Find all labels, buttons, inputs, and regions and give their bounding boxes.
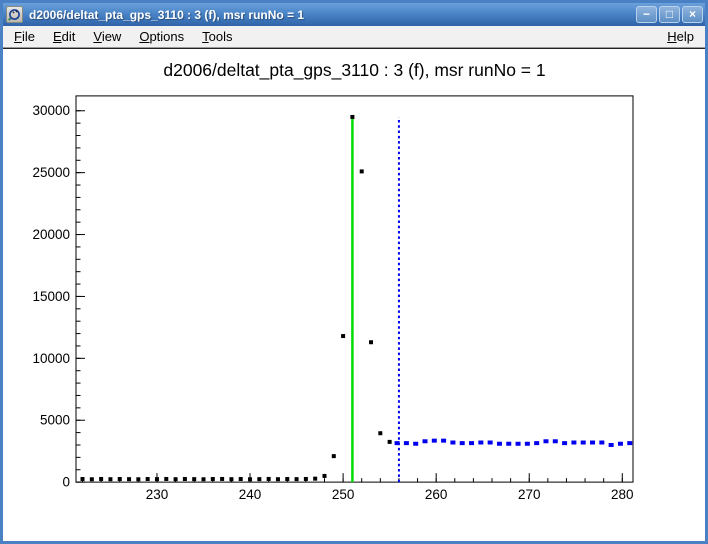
background-level-dashes-point <box>395 441 400 445</box>
svg-text:+: + <box>15 9 18 14</box>
histogram-data-point <box>211 477 215 481</box>
histogram-data-point <box>174 477 178 481</box>
menu-view[interactable]: View <box>84 27 130 46</box>
histogram-data-point <box>322 474 326 478</box>
root-canvas-window: + + d2006/deltat_pta_gps_3110 : 3 (f), m… <box>0 0 708 544</box>
background-level-dashes-point <box>469 441 474 445</box>
histogram-data-point <box>183 477 187 481</box>
background-level-dashes-point <box>543 439 548 443</box>
menu-file[interactable]: File <box>5 27 44 46</box>
background-level-dashes-point <box>497 442 502 446</box>
histogram-data-point <box>164 477 168 481</box>
plot-canvas[interactable]: d2006/deltat_pta_gps_3110 : 3 (f), msr r… <box>3 48 705 541</box>
background-level-dashes-point <box>450 441 455 445</box>
histogram-data-point <box>360 169 364 173</box>
background-level-dashes-point <box>599 441 604 445</box>
menu-help[interactable]: Help <box>658 27 703 46</box>
histogram-data-point <box>192 477 196 481</box>
histogram-data-point <box>239 477 243 481</box>
y-tick-label: 5000 <box>40 413 70 428</box>
plot-title: d2006/deltat_pta_gps_3110 : 3 (f), msr r… <box>163 60 545 81</box>
histogram-data-point <box>388 440 392 444</box>
background-level-dashes-point <box>413 442 418 446</box>
background-level-dashes-point <box>553 439 558 443</box>
x-tick-label: 240 <box>239 487 262 502</box>
background-level-dashes-point <box>506 442 511 446</box>
histogram-data-point <box>285 477 289 481</box>
histogram-data-point <box>248 477 252 481</box>
histogram-data-point <box>350 115 354 119</box>
histogram-data-point <box>257 477 261 481</box>
histogram-data-point <box>155 477 159 481</box>
background-level-dashes-point <box>525 442 530 446</box>
y-tick-label: 0 <box>62 475 70 490</box>
y-tick-label: 25000 <box>32 165 70 180</box>
y-tick-label: 10000 <box>32 351 70 366</box>
plot-frame <box>76 96 633 482</box>
maximize-icon[interactable]: □ <box>659 6 680 23</box>
background-level-dashes-point <box>516 442 521 446</box>
y-tick-label: 15000 <box>32 289 70 304</box>
histogram-data-point <box>146 477 150 481</box>
background-level-dashes-point <box>590 441 595 445</box>
background-level-dashes-point <box>618 442 623 446</box>
background-level-dashes-point <box>627 441 632 445</box>
background-level-dashes-point <box>422 439 427 443</box>
minimize-icon[interactable]: − <box>636 6 657 23</box>
histogram-data-point <box>295 477 299 481</box>
background-level-dashes-point <box>432 439 437 443</box>
histogram-data-point <box>108 477 112 481</box>
menu-edit[interactable]: Edit <box>44 27 84 46</box>
histogram-data-point <box>202 477 206 481</box>
x-tick-label: 280 <box>611 487 634 502</box>
close-icon[interactable]: × <box>682 6 703 23</box>
background-level-dashes-point <box>460 441 465 445</box>
root-logo-icon: + + <box>6 6 23 23</box>
histogram-data-point <box>304 477 308 481</box>
histogram-data-point <box>267 477 271 481</box>
histogram-data-point <box>136 477 140 481</box>
background-level-dashes-point <box>534 441 539 445</box>
x-tick-label: 230 <box>146 487 169 502</box>
histogram-data-point <box>220 477 224 481</box>
histogram-data-point <box>127 477 131 481</box>
histogram-data-point <box>313 477 317 481</box>
background-level-dashes-point <box>609 443 614 447</box>
background-level-dashes-point <box>404 441 409 445</box>
x-tick-label: 260 <box>425 487 448 502</box>
histogram-data-point <box>378 431 382 435</box>
x-tick-label: 270 <box>518 487 541 502</box>
histogram-data-point <box>81 477 85 481</box>
histogram-data-point <box>341 334 345 338</box>
x-tick-label: 250 <box>332 487 355 502</box>
titlebar[interactable]: + + d2006/deltat_pta_gps_3110 : 3 (f), m… <box>3 3 705 26</box>
menu-options[interactable]: Options <box>130 27 193 46</box>
histogram-data-point <box>332 454 336 458</box>
background-level-dashes-point <box>562 441 567 445</box>
histogram-data-point <box>99 477 103 481</box>
window-title: d2006/deltat_pta_gps_3110 : 3 (f), msr r… <box>29 8 634 22</box>
histogram-data-point <box>276 477 280 481</box>
background-level-dashes-point <box>488 441 493 445</box>
histogram-data-point <box>118 477 122 481</box>
background-level-dashes-point <box>478 441 483 445</box>
histogram-data-point <box>229 477 233 481</box>
background-level-dashes-point <box>571 441 576 445</box>
background-level-dashes-point <box>581 441 586 445</box>
menu-tools[interactable]: Tools <box>193 27 241 46</box>
histogram-chart[interactable]: d2006/deltat_pta_gps_3110 : 3 (f), msr r… <box>3 49 705 541</box>
y-tick-label: 20000 <box>32 227 70 242</box>
background-level-dashes-point <box>441 439 446 443</box>
histogram-data-point <box>90 477 94 481</box>
menubar: File Edit View Options Tools Help <box>3 26 705 48</box>
y-tick-label: 30000 <box>32 103 70 118</box>
histogram-data-point <box>369 340 373 344</box>
